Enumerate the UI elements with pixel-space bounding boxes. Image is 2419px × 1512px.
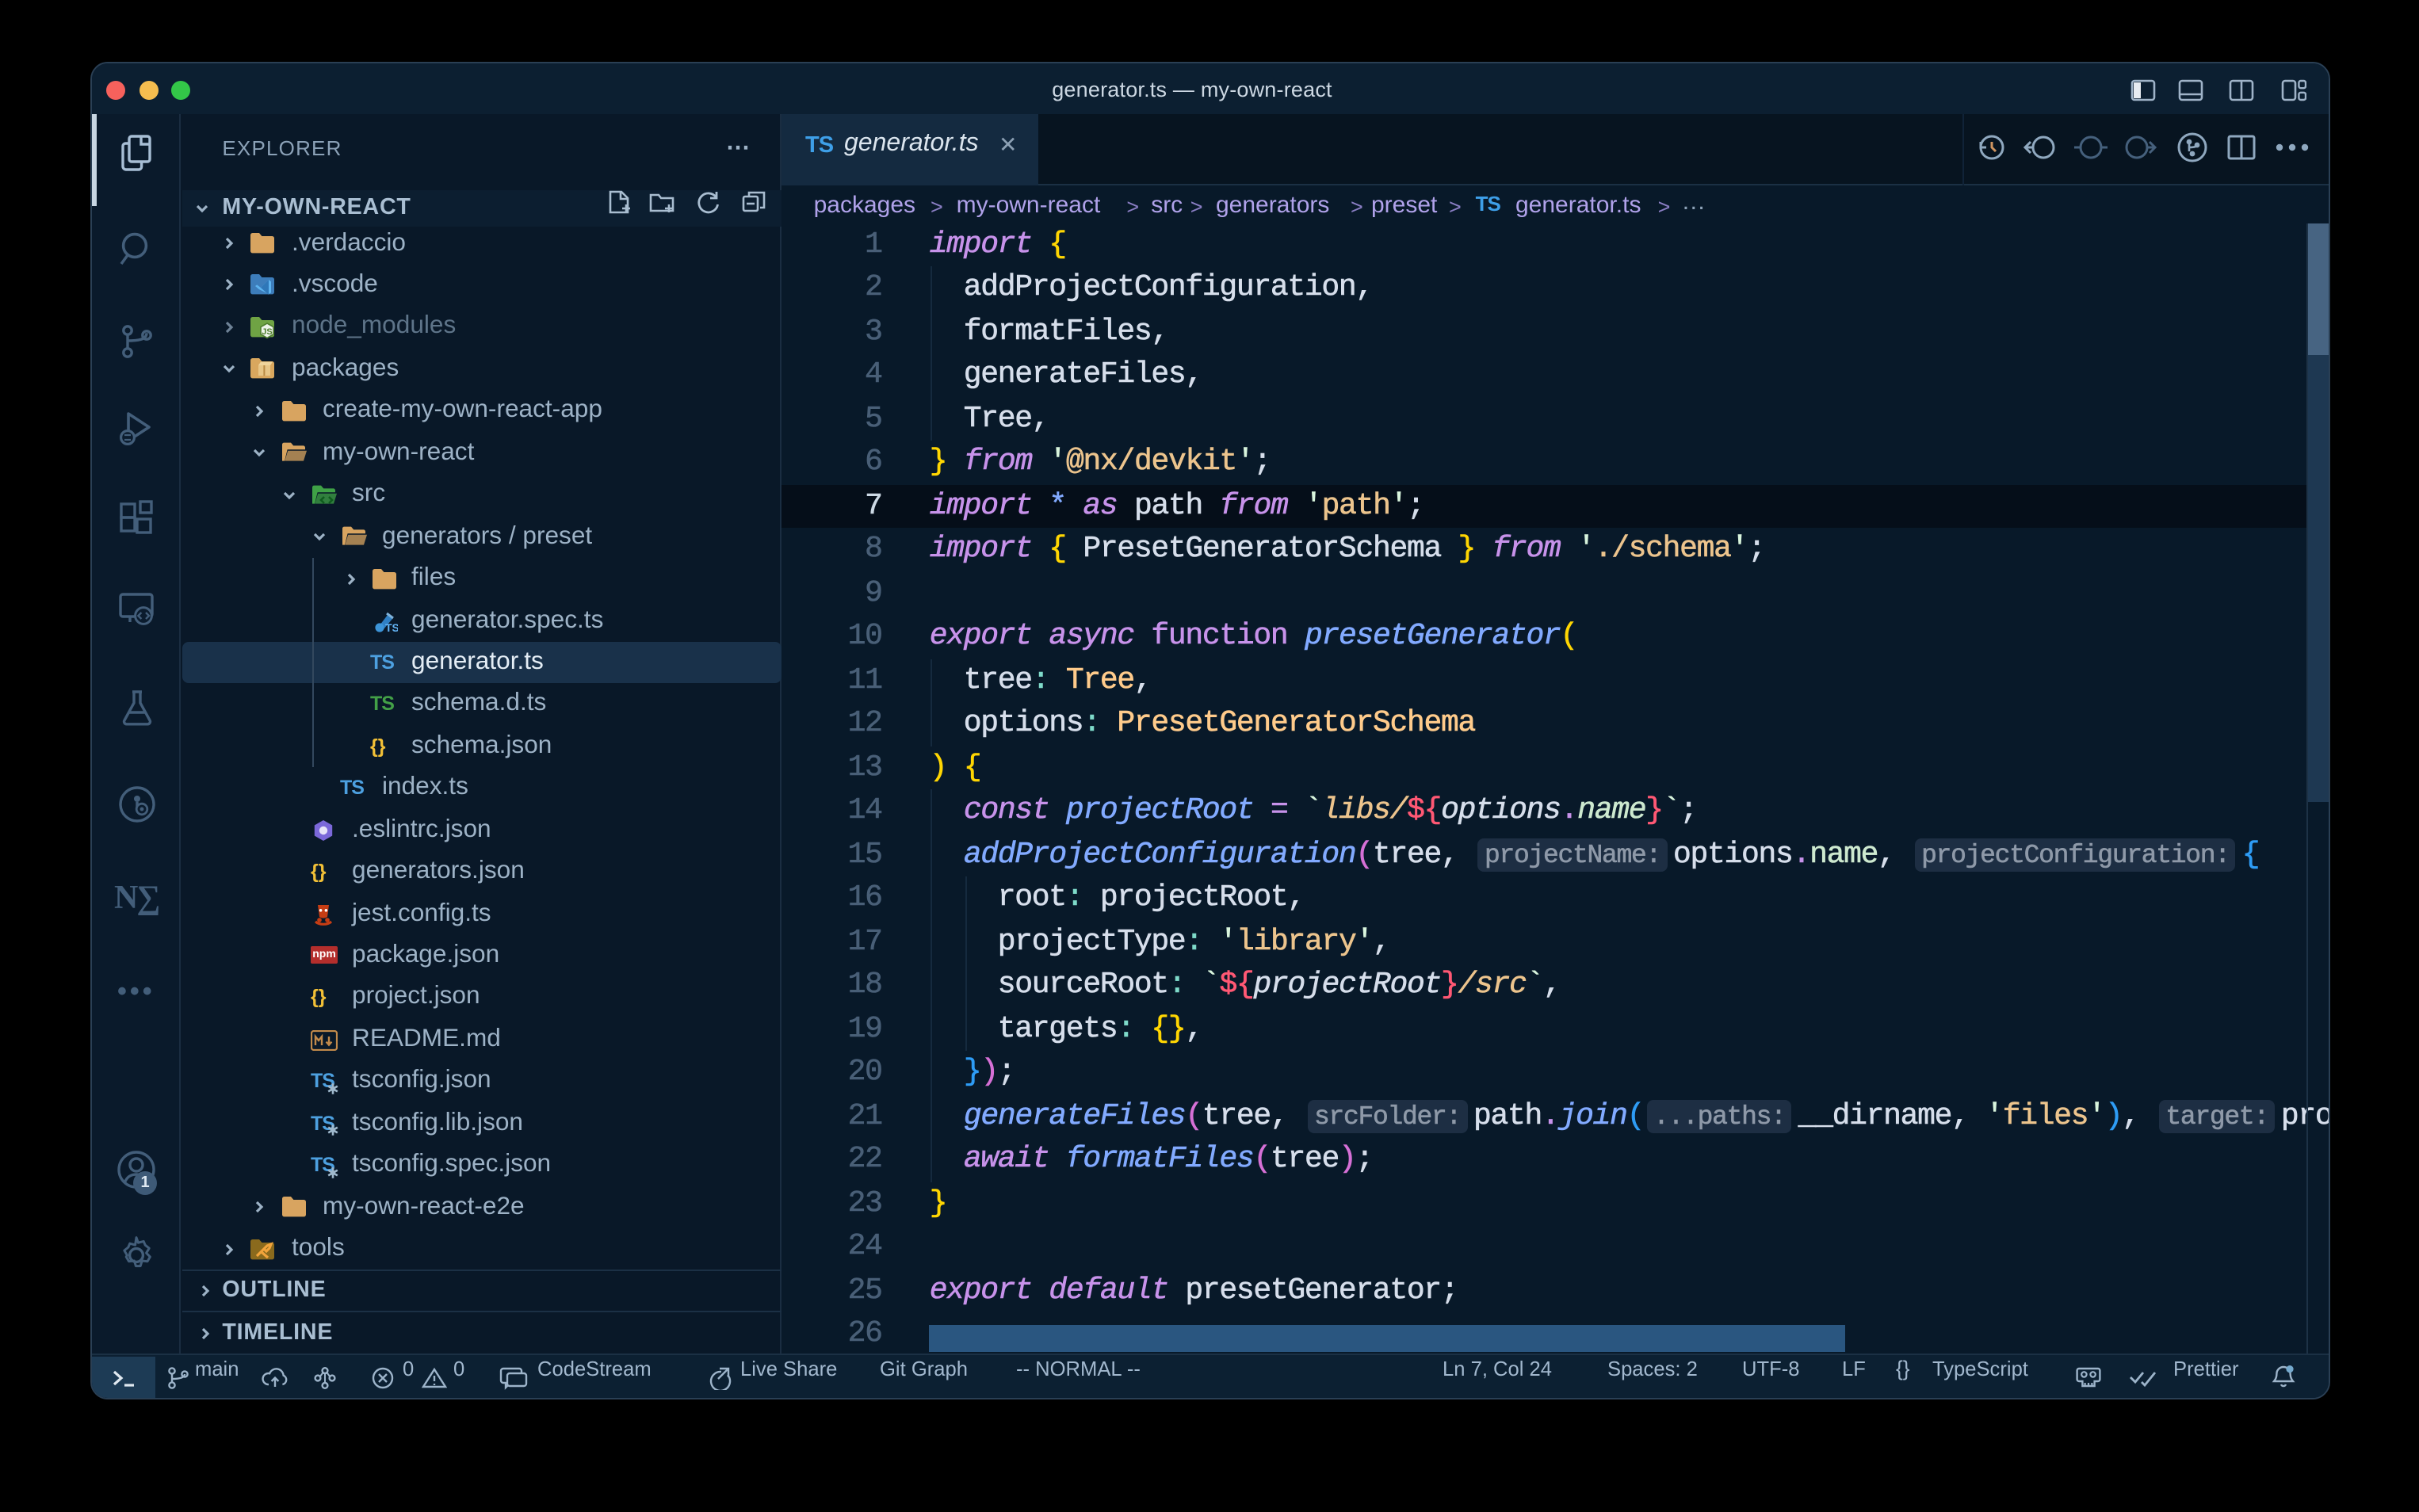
svg-text:JS: JS: [262, 327, 272, 337]
svg-text:TS: TS: [384, 621, 397, 634]
